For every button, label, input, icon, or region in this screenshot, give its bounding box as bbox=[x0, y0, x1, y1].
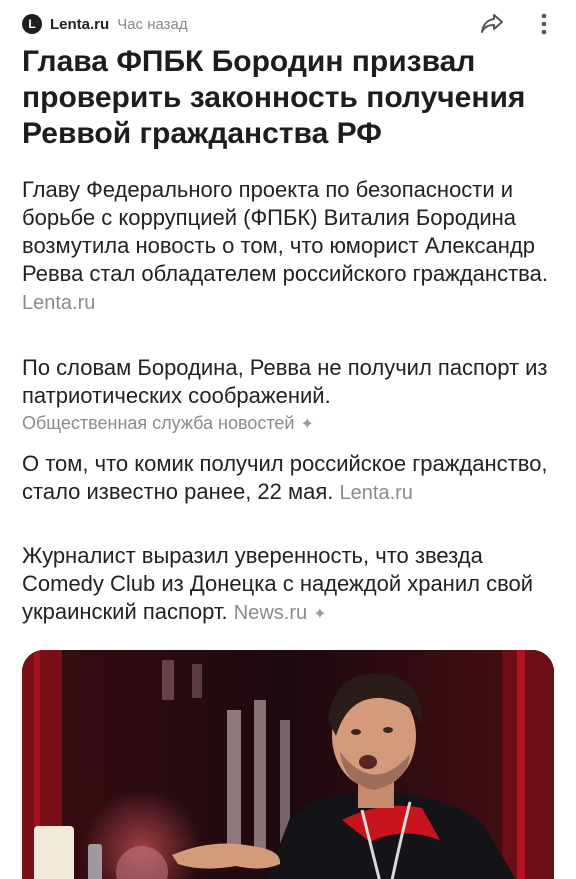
sparkle-icon: ✦ bbox=[300, 416, 314, 433]
paragraph-source[interactable]: Lenta.ru bbox=[22, 292, 95, 314]
paragraph-text: О том, что комик получил российское граж… bbox=[22, 451, 548, 504]
paragraph-source[interactable]: News.ru bbox=[234, 602, 307, 624]
source-logo[interactable]: L bbox=[22, 14, 42, 34]
paragraph-text: По словам Бородина, Ревва не получил пас… bbox=[22, 355, 548, 408]
paragraph-text: Главу Федерального проекта по безопаснос… bbox=[22, 177, 548, 286]
paragraph-source[interactable]: Общественная служба новостей bbox=[22, 413, 294, 433]
share-button[interactable] bbox=[478, 10, 506, 38]
publish-time: Час назад bbox=[117, 15, 188, 33]
paragraph-2: По словам Бородина, Ревва не получил пас… bbox=[22, 354, 556, 438]
photo-illustration bbox=[22, 650, 554, 879]
article-meta-row: L Lenta.ru Час назад bbox=[22, 10, 554, 38]
paragraph-source-line: Общественная служба новостей ✦ bbox=[22, 410, 556, 438]
share-icon bbox=[481, 14, 503, 33]
more-vertical-icon bbox=[541, 13, 547, 35]
news-article-page: L Lenta.ru Час назад Глава ФПБК Бородин … bbox=[0, 0, 576, 879]
source-name[interactable]: Lenta.ru bbox=[50, 16, 109, 33]
paragraph-source[interactable]: Lenta.ru bbox=[340, 482, 413, 504]
more-options-button[interactable] bbox=[534, 10, 554, 38]
paragraph-4: Журналист выразил уверенность, что звезд… bbox=[22, 542, 556, 629]
article-title[interactable]: Глава ФПБК Бородин призвал проверить зак… bbox=[22, 44, 562, 152]
sparkle-icon: ✦ bbox=[313, 606, 327, 623]
paragraph-3: О том, что комик получил российское граж… bbox=[22, 450, 556, 507]
article-photo[interactable] bbox=[22, 650, 554, 879]
paragraph-1: Главу Федерального проекта по безопаснос… bbox=[22, 176, 556, 317]
